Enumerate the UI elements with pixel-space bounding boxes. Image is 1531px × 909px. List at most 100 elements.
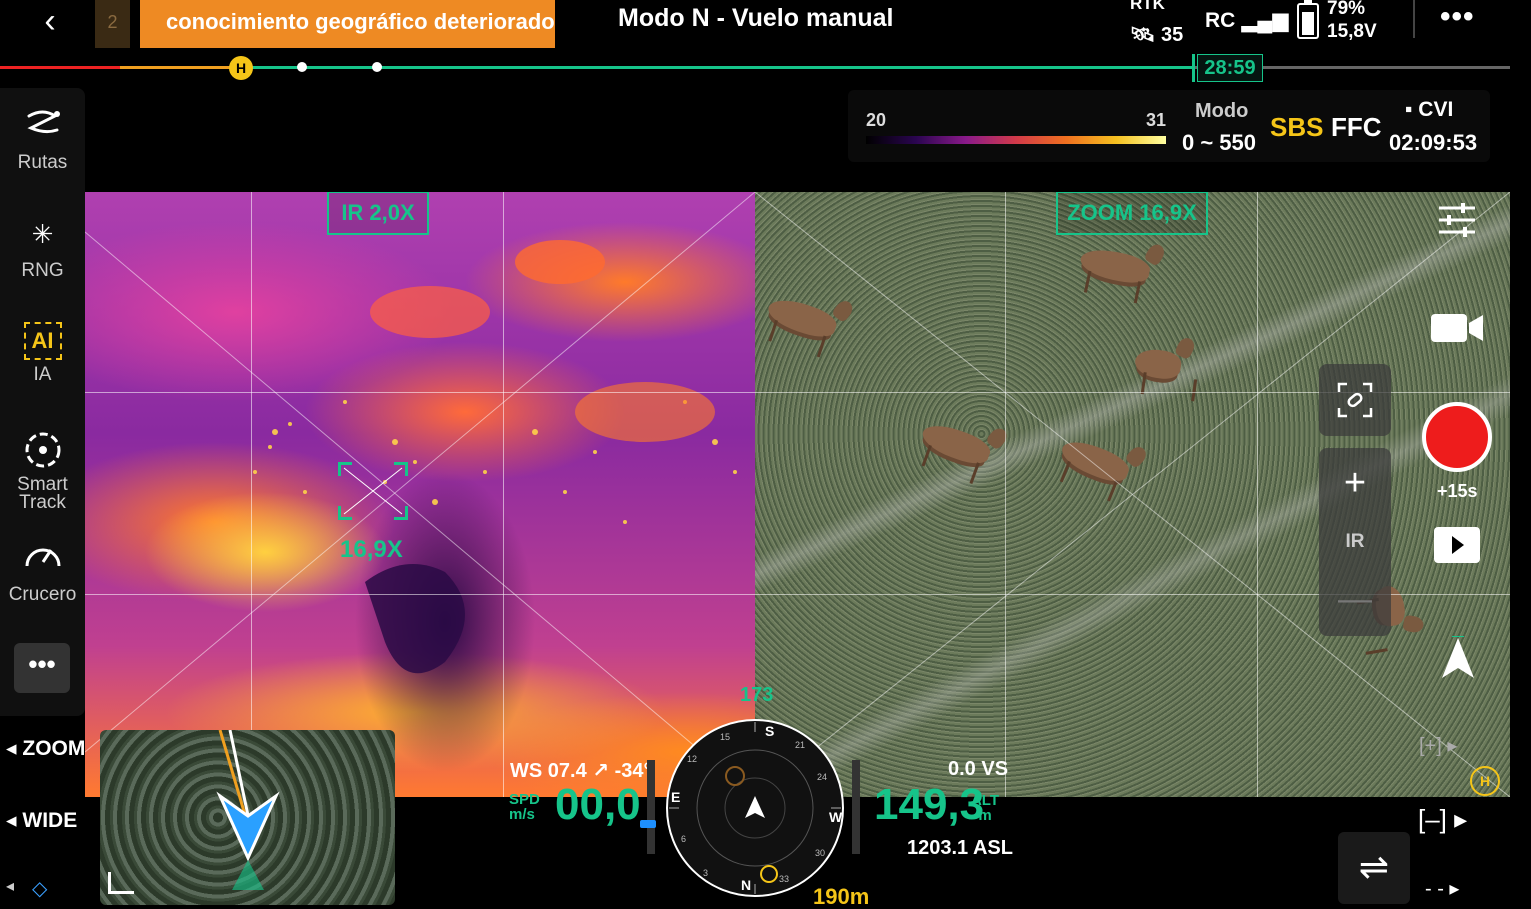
remaining-flight-time: 28:59 [1197, 54, 1263, 82]
thermal-camera-view[interactable]: IR 2,0X 16,9X [85, 192, 755, 797]
warning-banner[interactable]: conocimiento geográfico deteriorado [140, 0, 555, 48]
thermal-palette-bar[interactable] [866, 136, 1166, 144]
sidebar-item-crucero[interactable]: Crucero [0, 536, 85, 606]
compass-n: N [741, 877, 751, 893]
compass-tick: 24 [817, 772, 827, 782]
route-icon [21, 104, 65, 148]
compass-e: E [671, 789, 680, 805]
sidebar-item-rutas[interactable]: Rutas [0, 104, 85, 174]
rng-icon: ✳ [31, 219, 54, 249]
playback-button[interactable] [1434, 527, 1480, 563]
diagonal-guides [755, 192, 1510, 797]
palette-min-temp: 20 [866, 110, 887, 130]
rtk-value: 35 [1160, 24, 1184, 46]
compass-tick: 33 [779, 874, 789, 884]
battery-voltage: 15,8V [1327, 21, 1377, 42]
timeline-segment-low [120, 66, 240, 69]
sd-card-icon: ▪ [1405, 98, 1413, 121]
sidebar-item-smart-track[interactable]: Smart Track [0, 428, 85, 512]
left-sidebar: Rutas ✳ RNG AI IA Smart Track Crucero ••… [0, 88, 85, 716]
more-options-control[interactable]: - - ▸ [1425, 876, 1459, 901]
frame-expand-button[interactable]: [+] ▸ [1419, 733, 1457, 758]
flight-mode-title: Modo N - Vuelo manual [618, 4, 894, 32]
altitude-asl: 1203.1 ASL [907, 837, 1013, 859]
north-indicator-icon [1438, 635, 1478, 680]
ai-icon: AI [23, 322, 62, 360]
compass-tick: 6 [681, 834, 686, 844]
lens-link-icon[interactable] [1319, 364, 1391, 436]
altitude-label: ALT m [970, 792, 1000, 824]
compass-s: S [765, 723, 774, 739]
minimap-resize-icon[interactable] [108, 872, 134, 894]
waypoint-marker [297, 62, 307, 72]
timeline-segment-remaining [240, 66, 1195, 69]
collapse-arrow-icon[interactable]: ◂ [6, 876, 14, 896]
target-zoom-value: 16,9X [340, 536, 403, 563]
lens-wide-selector[interactable]: ◂ WIDE [6, 808, 77, 833]
satellite-icon: 🛰 [1130, 24, 1156, 46]
rtk-label: RTK [1130, 0, 1165, 13]
sbs-toggle[interactable]: SBS [1270, 112, 1323, 143]
altitude-scale [852, 760, 860, 854]
rc-label: RC [1205, 9, 1236, 32]
record-button[interactable] [1422, 402, 1492, 472]
sidebar-item-rng[interactable]: ✳ RNG [0, 212, 85, 282]
back-chevron-icon[interactable]: ‹ [30, 2, 70, 42]
divider [1413, 0, 1415, 38]
home-point-marker: H [229, 56, 253, 80]
recording-capacity-time: 02:09:53 [1389, 130, 1478, 155]
rtk-satellite-count[interactable]: 🛰 35 [1130, 22, 1183, 47]
timeline-segment-critical [0, 66, 120, 69]
speed-label: SPD m/s [509, 791, 540, 823]
palette-max-temp: 31 [1146, 110, 1167, 130]
zoom-camera-label[interactable]: ZOOM 16,9X [1056, 192, 1208, 235]
sidebar-item-label: Crucero [8, 584, 77, 605]
ir-zoom-label[interactable]: IR 2,0X [327, 192, 429, 235]
zoom-in-button[interactable]: + [1319, 462, 1391, 505]
camera-settings-sliders-icon[interactable] [1433, 198, 1481, 242]
sidebar-item-ia[interactable]: AI IA [0, 322, 85, 386]
home-point-icon[interactable]: H [1470, 766, 1500, 796]
zoom-out-button[interactable]: — [1319, 580, 1391, 619]
lens-zoom-selector[interactable]: ◂ ZOOM [6, 736, 85, 761]
minimap[interactable] [100, 730, 395, 905]
waypoint-marker [372, 62, 382, 72]
compass-tick: 30 [815, 848, 825, 858]
compass-tick: 3 [703, 868, 708, 878]
storage-indicator: ▪ CVI [1405, 98, 1453, 122]
gain-mode-range[interactable]: 0 ~ 550 [1182, 130, 1256, 156]
cvi-label: CVI [1418, 98, 1454, 121]
compass-w: W [829, 809, 843, 825]
compass-tick: 12 [687, 754, 697, 764]
video-camera-icon[interactable] [1427, 305, 1487, 351]
attitude-compass[interactable]: S W N E 15 21 24 30 33 3 6 12 [665, 718, 845, 898]
warning-count-badge[interactable]: 2 [95, 0, 130, 48]
battery-icon [1297, 0, 1319, 39]
more-menu-button[interactable]: ••• [1440, 0, 1475, 34]
sidebar-item-label: Smart Track [17, 474, 68, 513]
cruise-gauge-icon [21, 536, 65, 580]
speed-scale-marker [640, 820, 656, 828]
compass-tick: 15 [720, 732, 730, 742]
frame-shrink-button[interactable]: [–] ▸ [1418, 804, 1467, 835]
smart-track-icon [21, 428, 65, 472]
sidebar-item-label: RNG [21, 260, 64, 281]
zoom-ir-label: IR [1345, 531, 1365, 552]
speed-scale [647, 760, 655, 854]
heading-value: 173 [740, 684, 774, 706]
rc-signal[interactable]: RC ▂▄▆ [1205, 8, 1288, 33]
record-extend-label: +15s [1437, 481, 1478, 501]
sidebar-more-button[interactable]: ••• [14, 643, 70, 693]
waypoint-diamond-icon[interactable]: ◇ [32, 876, 47, 901]
signal-bars-icon: ▂▄▆ [1241, 9, 1289, 32]
sidebar-item-label: Rutas [17, 152, 68, 173]
zoom-camera-view[interactable]: ZOOM 16,9X [755, 192, 1510, 797]
home-distance: 190m [813, 884, 870, 909]
gain-mode-label: Modo [1195, 100, 1249, 122]
battery-percent: 79% [1327, 0, 1366, 19]
diagonal-guides [85, 192, 755, 797]
timeline-cursor [1192, 54, 1195, 82]
swap-view-button[interactable]: ⇌ [1338, 832, 1410, 904]
zoom-target-frame[interactable] [338, 462, 408, 520]
ffc-button[interactable]: FFC [1331, 112, 1382, 143]
